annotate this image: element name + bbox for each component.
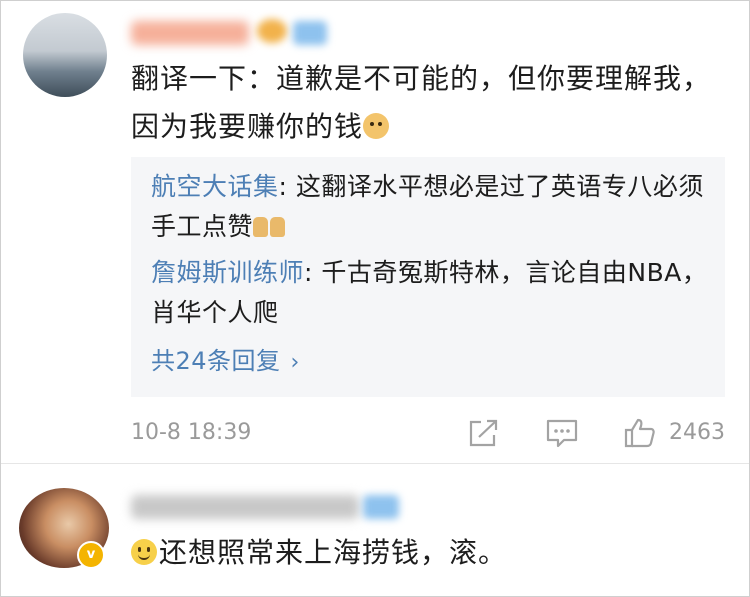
verified-badge-icon: v bbox=[77, 541, 105, 569]
more-replies-link[interactable]: 共24条回复 › bbox=[151, 343, 300, 381]
username-blurred[interactable] bbox=[131, 21, 249, 45]
level-badge-icon bbox=[363, 495, 399, 519]
comment-text: 还想照常来上海捞钱，滚。 bbox=[131, 529, 691, 577]
smile-emoji-icon bbox=[131, 539, 157, 565]
comment-divider bbox=[1, 463, 749, 464]
doge-emoji-icon bbox=[363, 113, 390, 139]
comment-item: 翻译一下：道歉是不可能的，但你要理解我，因为我要赚你的钱 航空大话集: 这翻译水… bbox=[1, 1, 749, 464]
comment-body: 翻译一下：道歉是不可能的，但你要理解我，因为我要赚你的钱 bbox=[131, 62, 712, 143]
comment-timestamp: 10-8 18:39 bbox=[131, 420, 252, 445]
avatar[interactable] bbox=[23, 13, 107, 97]
share-icon[interactable] bbox=[467, 417, 501, 449]
reply-separator: : bbox=[304, 258, 313, 287]
reply-author[interactable]: 航空大话集 bbox=[151, 172, 279, 201]
chevron-right-icon: › bbox=[290, 350, 300, 375]
more-replies-label: 共24条回复 bbox=[151, 347, 281, 375]
thumbs-up-icon bbox=[270, 217, 286, 237]
comment-icon[interactable] bbox=[545, 417, 579, 449]
level-badge-icon bbox=[293, 21, 327, 45]
thumbs-up-icon bbox=[253, 217, 269, 237]
member-badge-icon bbox=[257, 19, 287, 43]
comment-body: 还想照常来上海捞钱，滚。 bbox=[159, 536, 508, 569]
username-blurred[interactable] bbox=[131, 495, 359, 519]
reply-item: 詹姆斯训练师: 千古奇冤斯特林，言论自由NBA，肖华个人爬 bbox=[151, 253, 711, 333]
comment-list: 翻译一下：道歉是不可能的，但你要理解我，因为我要赚你的钱 航空大话集: 这翻译水… bbox=[0, 0, 750, 597]
like-count: 2463 bbox=[669, 420, 725, 445]
comment-text: 翻译一下：道歉是不可能的，但你要理解我，因为我要赚你的钱 bbox=[131, 55, 721, 151]
reply-author[interactable]: 詹姆斯训练师 bbox=[151, 258, 304, 287]
replies-panel[interactable]: 航空大话集: 这翻译水平想必是过了英语专八必须手工点赞 詹姆斯训练师: 千古奇冤… bbox=[131, 157, 725, 397]
reply-item: 航空大话集: 这翻译水平想必是过了英语专八必须手工点赞 bbox=[151, 167, 711, 247]
like-icon[interactable] bbox=[623, 417, 657, 449]
